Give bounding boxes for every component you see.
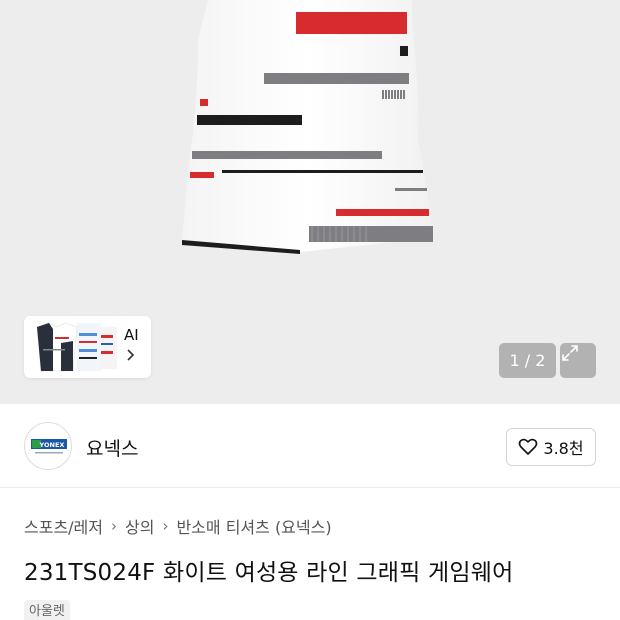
breadcrumb-item-sports[interactable]: 스포츠/레저 [24, 514, 103, 538]
breadcrumb: 스포츠/레저 › 상의 › 반소매 티셔츠 (요넥스) [24, 514, 332, 538]
product-image-gallery[interactable]: AI 1 / 2 [0, 0, 620, 404]
like-count: 3.8천 [543, 439, 584, 458]
ai-label: AI [124, 326, 139, 344]
like-button[interactable]: 3.8천 [506, 428, 596, 466]
breadcrumb-item-tshirts[interactable]: 반소매 티셔츠 (요넥스) [176, 514, 331, 538]
expand-button[interactable] [560, 343, 596, 378]
chevron-right-icon: › [111, 517, 117, 535]
product-title: 231TS024F 화이트 여성용 라인 그래픽 게임웨어 [24, 560, 514, 586]
image-pager: 1 / 2 [499, 343, 556, 378]
thumbnail-strip[interactable]: AI [24, 316, 151, 378]
chevron-right-icon: › [162, 517, 169, 535]
brand-logo-text: YONEX [39, 441, 65, 449]
thumbnail-images[interactable] [27, 319, 137, 375]
brand-name[interactable]: 요넥스 [86, 434, 138, 461]
outlet-badge: 아울렛 [24, 600, 70, 620]
brand-logo[interactable]: YONEX [24, 422, 72, 470]
heart-icon [519, 438, 538, 455]
expand-icon [562, 345, 578, 361]
breadcrumb-item-tops[interactable]: 상의 [125, 514, 154, 538]
brand-row: YONEX 요넥스 3.8천 [0, 404, 620, 488]
pager-text: 1 / 2 [509, 351, 546, 370]
